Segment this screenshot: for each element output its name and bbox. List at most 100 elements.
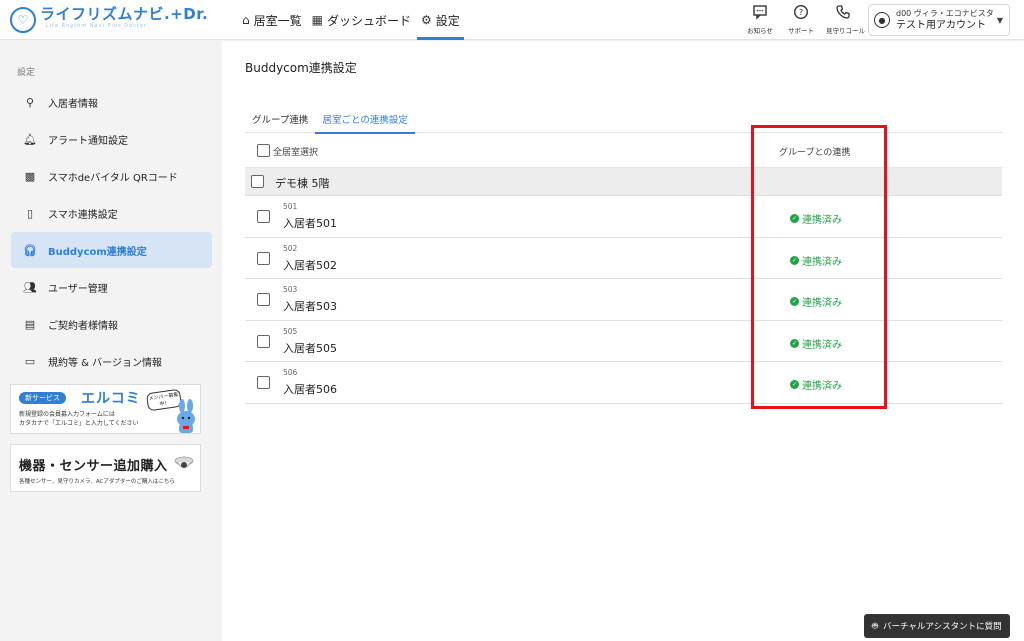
row-checkbox[interactable] [257, 376, 270, 389]
sidebar-item-label: 規約等 & バージョン情報 [48, 357, 162, 369]
table-row: 501 入居者501 ✓ 連携済み [245, 196, 1002, 238]
link-status-text: 連携済み [802, 215, 842, 226]
sidebar-item-contract-info[interactable]: ▤ ご契約者様情報 [11, 306, 212, 342]
select-all-checkbox[interactable] [257, 144, 270, 157]
link-status: ✓ 連携済み [790, 253, 842, 268]
qr-code-icon: ▩ [24, 169, 36, 183]
link-status: ✓ 連携済み [790, 211, 842, 226]
group-link-column-header: グループとの連携 [779, 148, 851, 158]
sidebar-item-label: 入居者情報 [48, 98, 98, 110]
table-header: 全居室選択 グループとの連携 [245, 134, 1002, 168]
gear-icon: ⚙ [421, 13, 432, 27]
row-checkbox[interactable] [257, 210, 270, 223]
row-checkbox[interactable] [257, 251, 270, 265]
link-status: ✓ 連携済み [790, 336, 842, 351]
group-name: デモ棟 5階 [275, 177, 330, 190]
resident-name: 入居者502 [283, 258, 337, 272]
link-status-text: 連携済み [802, 339, 842, 351]
nav-dashboard-label: ダッシュボード [326, 13, 411, 28]
watch-call-label: 見守りコール [826, 27, 865, 35]
nav-room-list[interactable]: ⌂ 居室一覧 [238, 0, 306, 40]
table-row: 506 入居者506 ✓ 連携済み [245, 362, 1002, 404]
row-checkbox[interactable] [257, 334, 270, 348]
sidebar-item-label: アラート通知設定 [48, 135, 128, 147]
sidebar-heading: 設定 [17, 68, 36, 78]
table-row: 503 入居者503 ✓ 連携済み [245, 279, 1002, 321]
sidebar-item-label: ユーザー管理 [48, 283, 108, 295]
main-nav: ⌂ 居室一覧 ▦ ダッシュボード ⚙ 設定 [238, 0, 466, 40]
rabbit-mascot-icon [177, 399, 195, 433]
tab-group-link[interactable]: グループ連携 [245, 104, 315, 133]
link-status-text: 連携済み [802, 381, 842, 392]
check-circle-icon: ✓ [790, 380, 799, 389]
sidebar-item-label: ご契約者様情報 [48, 320, 118, 332]
elkomi-banner[interactable]: 新サービス エルコミ 新規登録の会員募入力フォームには カタカナで「エルコミ」と… [10, 384, 201, 434]
room-number: 502 [283, 243, 298, 253]
group-row: デモ棟 5階 [245, 168, 1002, 196]
caret-down-icon: ▼ [996, 16, 1003, 25]
phone-icon [834, 4, 852, 22]
link-status-text: 連携済み [802, 298, 842, 309]
room-number: 501 [283, 202, 298, 211]
support-button[interactable]: ? サポート [784, 4, 818, 35]
select-all-label: 全居室選択 [273, 148, 319, 158]
archive-icon: ▤ [24, 317, 36, 331]
sidebar-item-alert-settings[interactable]: 🔔︎ アラート通知設定 [11, 121, 212, 157]
logo-subtitle: Life Rhythm Navi Plus Doctor [46, 23, 148, 29]
message-icon [751, 4, 769, 22]
account-menu[interactable]: ● d00 ヴィラ・エコナビスタ テスト用アカウント ▼ [868, 4, 1010, 36]
resident-name: 入居者503 [283, 300, 337, 313]
tab-per-room-link[interactable]: 居室ごとの連携設定 [315, 104, 416, 134]
link-status-text: 連携済み [802, 256, 842, 268]
room-number: 503 [283, 285, 298, 294]
sidebar-item-qr-code[interactable]: ▩ スマホdeバイタル QRコード [11, 158, 212, 194]
sidebar-item-user-management[interactable]: 👥︎ ユーザー管理 [11, 269, 212, 305]
sidebar-item-terms-version[interactable]: ▭ 規約等 & バージョン情報 [11, 343, 212, 379]
logo-heart-icon: ♡ [10, 7, 36, 33]
notifications-button[interactable]: お知らせ [743, 4, 777, 35]
sidebar-item-buddycom[interactable]: 🎧︎ Buddycom連携設定 [11, 232, 212, 268]
document-icon: ▭ [24, 354, 36, 368]
users-icon: 👥︎ [23, 280, 37, 294]
account-facility: d00 ヴィラ・エコナビスタ [896, 9, 994, 18]
smartphone-icon: ▯ [26, 206, 34, 220]
check-circle-icon: ✓ [790, 297, 799, 306]
banner-text: 各種センサー、見守りカメラ、ACアダプターのご購入はこちら [19, 479, 175, 485]
table-row: 502 入居者502 ✓ 連携済み [245, 238, 1002, 279]
svg-text:?: ? [799, 8, 803, 17]
camera-sensor-icon [174, 456, 194, 468]
row-checkbox[interactable] [257, 293, 270, 306]
banner-text: カタカナで「エルコミ」と入力してください [19, 420, 139, 427]
room-number: 505 [283, 326, 298, 336]
help-icon: ? [792, 4, 810, 22]
account-name: テスト用アカウント [896, 20, 986, 31]
nav-dashboard[interactable]: ▦ ダッシュボード [308, 0, 415, 40]
home-icon: ⌂ [242, 13, 250, 27]
sidebar: 設定 ⚲ 入居者情報 🔔︎ アラート通知設定 ▩ スマホdeバイタル QRコード… [0, 41, 222, 641]
app-logo[interactable]: ♡ ライフリズムナビ.+Dr. Life Rhythm Navi Plus Do… [10, 6, 208, 36]
resident-name: 入居者501 [283, 217, 337, 230]
top-header: ♡ ライフリズムナビ.+Dr. Life Rhythm Navi Plus Do… [0, 0, 1024, 40]
virtual-assistant-button[interactable]: 🤖︎ バーチャルアシスタントに質問 [864, 614, 1010, 638]
support-label: サポート [788, 27, 814, 35]
link-status: ✓ 連携済み [790, 294, 842, 309]
banner-title: 機器・センサー追加購入 [19, 459, 168, 474]
device-purchase-banner[interactable]: 機器・センサー追加購入 各種センサー、見守りカメラ、ACアダプターのご購入はこち… [10, 444, 201, 492]
resident-name: 入居者505 [283, 341, 337, 355]
sidebar-item-resident-info[interactable]: ⚲ 入居者情報 [11, 84, 212, 120]
sidebar-item-label: スマホ連携設定 [48, 209, 118, 221]
virtual-assistant-label: バーチャルアシスタントに質問 [883, 622, 1002, 632]
check-circle-icon: ✓ [790, 214, 799, 223]
nav-settings[interactable]: ⚙ 設定 [417, 0, 464, 40]
banner-text: 新規登録の会員募入力フォームには [19, 411, 115, 418]
logo-title: ライフリズムナビ.+Dr. [40, 5, 209, 23]
account-avatar-icon: ● [874, 12, 890, 28]
banner-title: エルコミ [81, 391, 141, 407]
person-search-icon: ⚲ [25, 95, 35, 109]
bell-icon: 🔔︎ [23, 132, 37, 146]
headset-icon: 🎧︎ [23, 243, 37, 257]
watch-call-button[interactable]: 見守りコール [826, 4, 865, 35]
room-number: 506 [283, 368, 298, 377]
group-checkbox[interactable] [251, 175, 264, 188]
sidebar-item-smartphone[interactable]: ▯ スマホ連携設定 [11, 195, 212, 231]
